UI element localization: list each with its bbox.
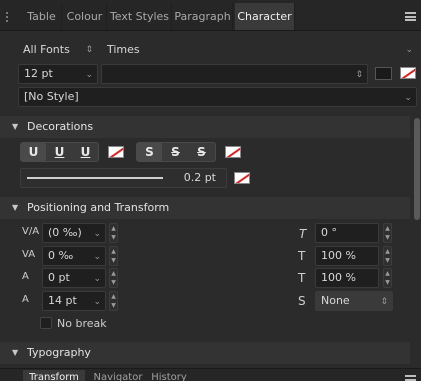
font-style-field[interactable]: ⇕ [101, 64, 368, 84]
no-break-checkbox[interactable] [40, 317, 52, 329]
positioning-section-header[interactable]: ▼ Positioning and Transform [0, 197, 410, 219]
slider-line [27, 177, 163, 179]
underline-custom-button[interactable]: U [73, 143, 98, 161]
leading-icon: A [22, 294, 29, 305]
bottom-tab-bar: Transform Navigator History [0, 368, 421, 381]
leading-field[interactable]: 14 pt ⌄ [42, 291, 106, 311]
chevron-down-icon: ⌄ [93, 252, 101, 262]
tab-transform[interactable]: Transform [23, 370, 85, 381]
shear-stepper[interactable]: ▲ ▼ [383, 223, 392, 243]
strikethrough-single-button[interactable]: S [163, 143, 188, 161]
typography-case-dropdown[interactable]: None ⇕ [315, 291, 393, 311]
no-fill-icon[interactable] [400, 67, 416, 79]
underline-button-group: U U U [20, 142, 99, 162]
expand-arrow-icon: ▼ [12, 348, 19, 357]
updown-chevron-icon: ⇕ [355, 70, 363, 80]
collapse-arrow-icon: ▼ [12, 203, 19, 212]
baseline-shift-stepper[interactable]: ▲ ▼ [109, 268, 118, 288]
panel-tab-bar: Table Colour Text Styles Paragraph Chara… [0, 0, 421, 31]
panel-scrollbar[interactable] [414, 118, 420, 220]
decorations-section-header[interactable]: ▼ Decorations [0, 116, 410, 138]
tracking-icon: VA [22, 249, 36, 260]
horizontal-scale-stepper[interactable]: ▲ ▼ [383, 246, 392, 266]
tab-paragraph[interactable]: Paragraph [173, 3, 233, 30]
bottom-panel-menu-icon[interactable] [405, 375, 416, 381]
font-family-dropdown[interactable]: Times ⌄ [102, 41, 417, 59]
line-no-color-icon[interactable] [234, 172, 250, 184]
underline-single-button[interactable]: U [21, 143, 46, 161]
chevron-down-icon: ⌄ [93, 229, 101, 239]
tab-colour[interactable]: Colour [63, 3, 107, 30]
underline-double-button[interactable]: U [47, 143, 72, 161]
kerning-field[interactable]: (0 ‰) ⌄ [42, 223, 106, 243]
leading-stepper[interactable]: ▲ ▼ [109, 291, 118, 311]
baseline-shift-icon: A [22, 271, 29, 282]
drag-grip-icon[interactable] [6, 12, 14, 22]
chevron-down-icon: ⌄ [405, 45, 413, 55]
updown-chevron-icon: ⇕ [380, 297, 388, 307]
chevron-down-icon: ⌄ [85, 70, 93, 80]
chevron-down-icon: ⌄ [93, 297, 101, 307]
shear-field[interactable]: 0 ° [315, 223, 379, 243]
chevron-down-icon: ⌄ [404, 93, 412, 103]
line-weight-value: 0.2 pt [183, 171, 216, 184]
text-color-swatch[interactable] [375, 67, 392, 80]
collapse-arrow-icon: ▼ [12, 122, 19, 131]
font-collection-dropdown[interactable]: All Fonts ⇕ [18, 41, 97, 59]
vertical-scale-icon: T [298, 271, 306, 285]
baseline-shift-field[interactable]: 0 pt ⌄ [42, 268, 106, 288]
tab-table[interactable]: Table [22, 3, 62, 30]
tab-history[interactable]: History [148, 370, 190, 381]
font-size-field[interactable]: 12 pt ⌄ [18, 64, 98, 84]
kerning-stepper[interactable]: ▲ ▼ [109, 223, 118, 243]
shear-icon: T [299, 227, 307, 241]
tracking-field[interactable]: 0 ‰ ⌄ [42, 246, 106, 266]
strikethrough-double-button[interactable]: S [189, 143, 214, 161]
vertical-scale-stepper[interactable]: ▲ ▼ [383, 268, 392, 288]
line-weight-slider[interactable]: 0.2 pt [20, 168, 227, 188]
typography-case-icon: S [298, 294, 306, 308]
horizontal-scale-field[interactable]: 100 % [315, 246, 379, 266]
chevron-down-icon: ⌄ [93, 274, 101, 284]
updown-chevron-icon: ⇕ [85, 45, 93, 55]
tab-character[interactable]: Character [235, 3, 295, 30]
kerning-icon: V/A [22, 226, 40, 237]
underline-no-color-icon[interactable] [108, 146, 124, 158]
vertical-scale-field[interactable]: 100 % [315, 268, 379, 288]
panel-menu-icon[interactable] [405, 12, 416, 21]
strikethrough-none-button[interactable]: S [137, 143, 162, 161]
horizontal-scale-icon: T [298, 249, 306, 263]
strikethrough-button-group: S S S [136, 142, 216, 162]
tab-text-styles[interactable]: Text Styles [108, 3, 172, 30]
tab-navigator[interactable]: Navigator [90, 370, 146, 381]
typography-section-header[interactable]: ▼ Typography [0, 342, 410, 364]
tracking-stepper[interactable]: ▲ ▼ [109, 246, 118, 266]
no-break-label: No break [57, 317, 107, 330]
strikethrough-no-color-icon[interactable] [225, 146, 241, 158]
character-style-dropdown[interactable]: [No Style] ⌄ [18, 87, 417, 107]
